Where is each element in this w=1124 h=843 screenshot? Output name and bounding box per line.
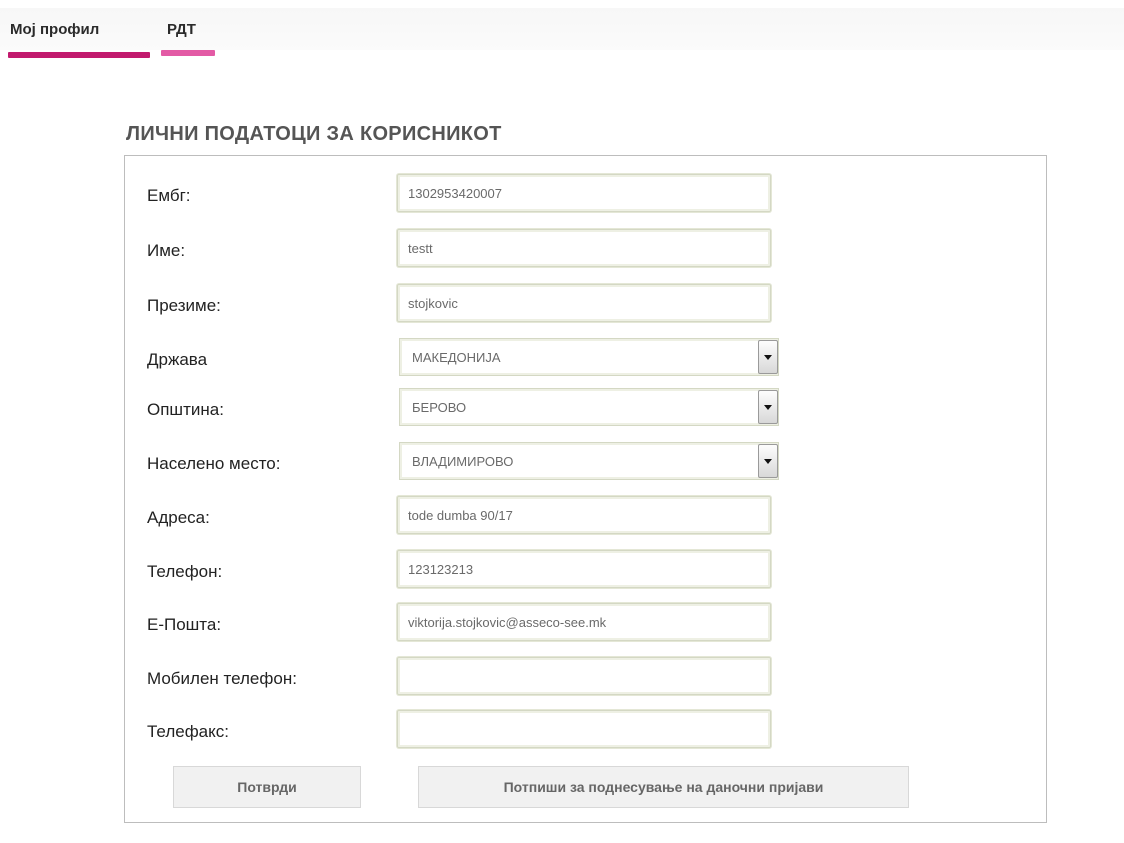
prezime-field-frame (397, 284, 771, 322)
tab-rdt[interactable]: РДТ (161, 19, 215, 56)
drzava-selected-value: МАКЕДОНИЈА (412, 350, 501, 365)
sign-tax-returns-button[interactable]: Потпиши за поднесување на даночни пријав… (418, 766, 909, 808)
mobile-phone-input[interactable] (398, 658, 770, 694)
adresa-field-frame (397, 496, 771, 534)
adresa-input[interactable] (398, 497, 770, 533)
telefaks-label: Телефакс: (147, 722, 229, 741)
row-drzava: Држава МАКЕДОНИЈА (125, 338, 1046, 380)
row-naseleno-mesto: Населено место: ВЛАДИМИРОВО (125, 442, 1046, 484)
embg-input[interactable] (398, 175, 770, 211)
opstina-dropdown-button[interactable] (758, 390, 778, 424)
tab-my-profile[interactable]: Мој профил (8, 19, 150, 58)
naseleno-mesto-select[interactable]: ВЛАДИМИРОВО (399, 442, 779, 480)
naseleno-mesto-selected-value: ВЛАДИМИРОВО (412, 454, 514, 469)
ime-label: Име: (147, 241, 186, 260)
row-prezime: Презиме: (125, 284, 1046, 326)
top-nav-bar: Мој профил РДТ (0, 8, 1124, 58)
adresa-label: Адреса: (147, 508, 210, 527)
drzava-dropdown-button[interactable] (758, 340, 778, 374)
telefon-input[interactable] (398, 551, 770, 587)
opstina-select[interactable]: БЕРОВО (399, 388, 779, 426)
tab-my-profile-label: Мој профил (10, 21, 100, 38)
row-eposta: Е-Пошта: (125, 603, 1046, 645)
fax-input[interactable] (398, 711, 770, 747)
ime-field-frame (397, 229, 771, 267)
telefon-field-frame (397, 550, 771, 588)
mobilen-field-frame (397, 657, 771, 695)
row-mobilen: Мобилен телефон: (125, 657, 1046, 699)
row-embg: Ембг: (125, 174, 1046, 216)
chevron-down-icon (764, 405, 772, 410)
prezime-input[interactable] (398, 285, 770, 321)
row-opstina: Општина: БЕРОВО (125, 388, 1046, 430)
row-telefaks: Телефакс: (125, 710, 1046, 752)
ime-input[interactable] (398, 230, 770, 266)
drzava-label: Држава (147, 350, 208, 369)
page-title: ЛИЧНИ ПОДАТОЦИ ЗА КОРИСНИКОТ (126, 123, 502, 145)
tab-my-profile-underline (8, 52, 150, 58)
tab-rdt-label: РДТ (167, 21, 196, 38)
page: Мој профил РДТ ЛИЧНИ ПОДАТОЦИ ЗА КОРИСНИ… (0, 0, 1124, 843)
chevron-down-icon (764, 355, 772, 360)
telefon-label: Телефон: (147, 562, 223, 581)
prezime-label: Презиме: (147, 296, 221, 315)
tab-rdt-underline (161, 50, 215, 56)
naseleno-mesto-dropdown-button[interactable] (758, 444, 778, 478)
telefaks-field-frame (397, 710, 771, 748)
row-telefon: Телефон: (125, 550, 1046, 592)
embg-field-frame (397, 174, 771, 212)
naseleno-mesto-label: Населено место: (147, 454, 281, 473)
confirm-button[interactable]: Потврди (173, 766, 361, 808)
personal-data-form: Ембг: Име: Презиме: Држава МАКЕДОНИЈА (124, 155, 1047, 823)
mobilen-label: Мобилен телефон: (147, 669, 297, 688)
row-ime: Име: (125, 229, 1046, 271)
embg-label: Ембг: (147, 186, 191, 205)
eposta-label: Е-Пошта: (147, 615, 222, 634)
email-input[interactable] (398, 604, 770, 640)
opstina-selected-value: БЕРОВО (412, 400, 467, 415)
chevron-down-icon (764, 459, 772, 464)
drzava-select[interactable]: МАКЕДОНИЈА (399, 338, 779, 376)
opstina-label: Општина: (147, 400, 224, 419)
row-adresa: Адреса: (125, 496, 1046, 538)
eposta-field-frame (397, 603, 771, 641)
